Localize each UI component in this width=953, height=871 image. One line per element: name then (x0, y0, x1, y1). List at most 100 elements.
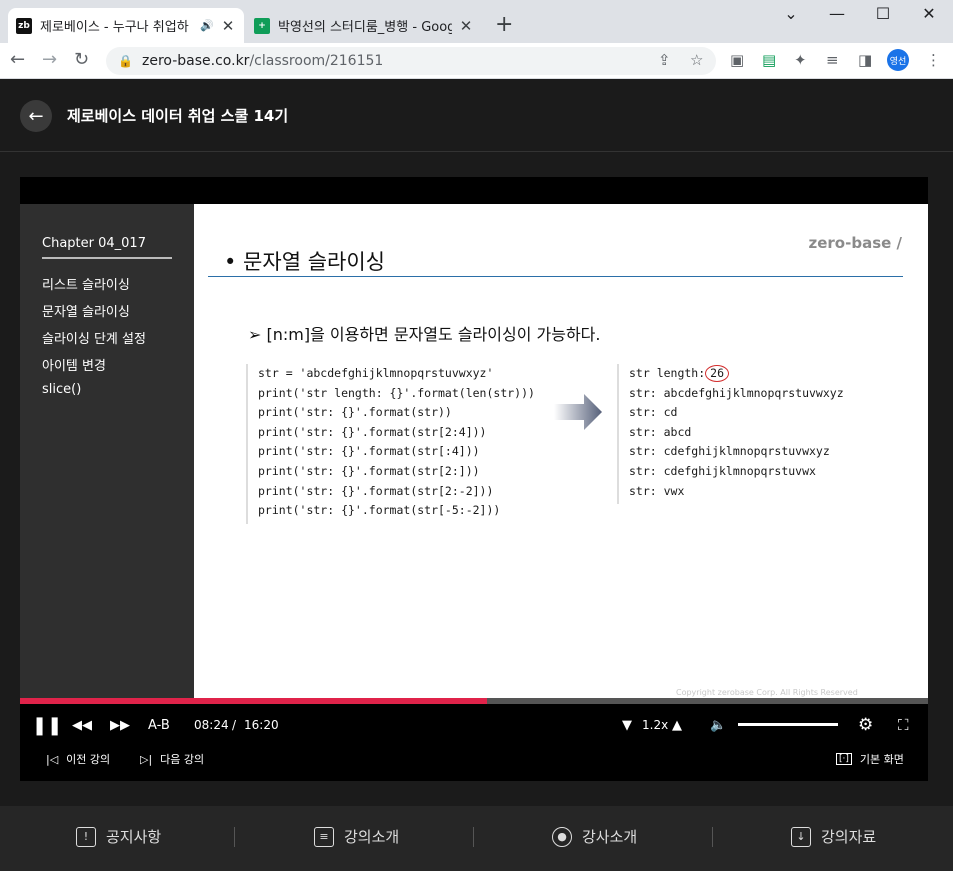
address-bar[interactable]: 🔒 zero-base.co.kr/classroom/216151 (106, 47, 716, 75)
browser-toolbar: ← → ↻ 🔒 zero-base.co.kr/classroom/216151… (0, 43, 953, 79)
url-path: /classroom/216151 (249, 53, 384, 69)
nav-label: 강사소개 (582, 828, 638, 846)
video-player[interactable]: Chapter 04_017 리스트 슬라이싱 문자열 슬라이싱 슬라이싱 단계… (20, 177, 928, 781)
extension-avatar-icon[interactable]: ▣ (730, 51, 744, 69)
heading-divider (208, 276, 903, 277)
slide-toc: 리스트 슬라이싱 문자열 슬라이싱 슬라이싱 단계 설정 아이템 변경 slic… (42, 274, 146, 405)
profile-avatar[interactable]: 영선 (887, 49, 909, 71)
download-icon: ↓ (791, 826, 811, 847)
next-lecture-label: 다음 강의 (160, 753, 205, 766)
prev-lecture-button[interactable]: |◁ 이전 강의 (46, 751, 110, 767)
fullscreen-icon[interactable]: ⛶ (898, 712, 909, 738)
close-tab-icon[interactable]: ✕ (220, 17, 236, 35)
extension-green-icon[interactable]: ▤ (762, 51, 776, 69)
nav-materials[interactable]: ↓ 강의자료 (791, 826, 876, 847)
maximize-button[interactable]: ☐ (860, 4, 906, 23)
output-line: str: cdefghijklmnopqrstuvwxyz (629, 444, 830, 459)
zerobase-favicon-icon: zb (16, 17, 32, 34)
tab-search-icon[interactable]: ⌄ (768, 4, 814, 23)
bottom-nav: ! 공지사항 ≡ 강의소개 ● 강사소개 ↓ 강의자료 (0, 806, 953, 871)
person-icon: ● (552, 826, 572, 847)
output-line: str length: 26 (629, 364, 877, 384)
rewind-icon[interactable]: ◀◀ (72, 712, 92, 738)
menu-icon[interactable]: ⋮ (926, 51, 941, 69)
output-line: str: vwx (629, 483, 685, 498)
back-button[interactable]: ← (20, 100, 52, 132)
highlight-circle: 26 (705, 365, 730, 382)
code-line: print('str: {}'.format(str[2:-2])) (258, 483, 494, 498)
slide-content: zero-base / • 문자열 슬라이싱 ➢ [n:m]을 이용하면 문자열… (194, 204, 928, 701)
toc-item: 리스트 슬라이싱 (42, 278, 130, 293)
nav-label: 공지사항 (106, 828, 162, 846)
code-line: print('str: {}'.format(str[2:])) (258, 463, 480, 478)
volume-icon[interactable]: 🔈 (710, 712, 726, 738)
speed-down-icon[interactable]: ▼ (622, 712, 632, 738)
next-lecture-button[interactable]: ▷| 다음 강의 (140, 751, 204, 767)
code-line: print('str: {}'.format(str[:4])) (258, 444, 480, 459)
default-view-button[interactable]: [·] 기본 화면 (836, 751, 904, 767)
fast-forward-icon[interactable]: ▶▶ (110, 712, 130, 738)
sheets-icon: + (254, 17, 270, 34)
player-controls: ❚❚ ◀◀ ▶▶ A-B 08:24 / 16:20 ▼ 1.2x ▲ 🔈 ⚙ … (20, 712, 928, 738)
output-line: str: abcdefghijklmnopqrstuvwxyz (629, 385, 844, 400)
notice-icon: ! (76, 826, 96, 847)
back-icon[interactable]: ← (10, 49, 25, 70)
prev-lecture-label: 이전 강의 (66, 753, 111, 766)
duration: 16:20 (244, 718, 279, 732)
close-window-button[interactable]: ✕ (906, 4, 952, 23)
playback-speed: 1.2x (642, 718, 669, 732)
browser-tab-strip: zb 제로베이스 - 누구나 취업하 🔊 ✕ + 박영선의 스터디룸_병행 - … (0, 0, 953, 43)
arrow-right-icon (554, 394, 602, 430)
tab-title: 박영선의 스터디룸_병행 - Goog (278, 20, 452, 35)
code-block: str = 'abcdefghijklmnopqrstuvwxyz' print… (246, 364, 554, 524)
reload-icon[interactable]: ↻ (74, 49, 89, 70)
output-line: str: abcd (629, 424, 692, 439)
app-header: ← 제로베이스 데이터 취업 스쿨 14기 (0, 79, 953, 152)
ab-repeat-button[interactable]: A-B (148, 712, 170, 738)
speed-up-icon[interactable]: ▲ (672, 712, 682, 738)
progress-bar[interactable] (20, 698, 928, 704)
skip-forward-icon: ▷| (140, 752, 153, 766)
bookmark-star-icon[interactable]: ☆ (690, 51, 703, 69)
tab-zerobase[interactable]: zb 제로베이스 - 누구나 취업하 🔊 ✕ (8, 8, 244, 43)
code-line: str = 'abcdefghijklmnopqrstuvwxyz' (258, 366, 494, 380)
current-time: 08:24 (194, 718, 229, 732)
side-panel-icon[interactable]: ◨ (858, 51, 872, 69)
settings-gear-icon[interactable]: ⚙ (858, 712, 873, 738)
slide-sidebar: Chapter 04_017 리스트 슬라이싱 문자열 슬라이싱 슬라이싱 단계… (20, 204, 194, 701)
nav-label: 강의자료 (821, 828, 877, 846)
classroom-app: ← 제로베이스 데이터 취업 스쿨 14기 Chapter 04_017 리스트… (0, 79, 953, 871)
media-control-icon[interactable]: ≡ (826, 51, 839, 69)
tab-study-room[interactable]: + 박영선의 스터디룸_병행 - Goog ✕ (246, 8, 482, 43)
nav-divider (712, 827, 713, 847)
output-block: str length: 26 str: abcdefghijklmnopqrstu… (617, 364, 877, 504)
speaker-icon[interactable]: 🔊 (200, 19, 214, 32)
output-line: str: cd (629, 405, 678, 420)
output-label: str length: (629, 366, 706, 380)
new-tab-button[interactable]: + (495, 12, 513, 37)
screen-mode-icon: [·] (836, 753, 852, 765)
close-tab-icon[interactable]: ✕ (458, 17, 474, 35)
extensions-puzzle-icon[interactable]: ✦ (794, 51, 807, 69)
copyright-text: Copyright zerobase Corp. All Rights Rese… (676, 688, 858, 697)
nav-divider (473, 827, 474, 847)
minimize-button[interactable]: — (814, 4, 860, 23)
time-separator: / (232, 718, 237, 732)
nav-instructor[interactable]: ● 강사소개 (552, 826, 637, 847)
slide-bullet: ➢ [n:m]을 이용하면 문자열도 슬라이싱이 가능하다. (248, 325, 601, 344)
code-line: print('str: {}'.format(str[2:4])) (258, 424, 487, 439)
clipboard-icon: ≡ (314, 826, 334, 847)
volume-slider[interactable] (738, 723, 838, 726)
nav-course-intro[interactable]: ≡ 강의소개 (314, 826, 399, 847)
slide-heading: • 문자열 슬라이싱 (224, 250, 385, 274)
nav-notice[interactable]: ! 공지사항 (76, 826, 161, 847)
forward-icon[interactable]: → (42, 49, 57, 70)
pause-icon[interactable]: ❚❚ (32, 712, 62, 738)
share-icon[interactable]: ⇪ (658, 51, 671, 69)
zerobase-logo: zero-base / (808, 234, 903, 252)
progress-fill (20, 698, 487, 704)
default-view-label: 기본 화면 (859, 753, 904, 766)
lock-icon: 🔒 (118, 54, 133, 68)
chapter-label: Chapter 04_017 (42, 236, 172, 259)
code-line: print('str length: {}'.format(len(str))) (258, 385, 535, 400)
